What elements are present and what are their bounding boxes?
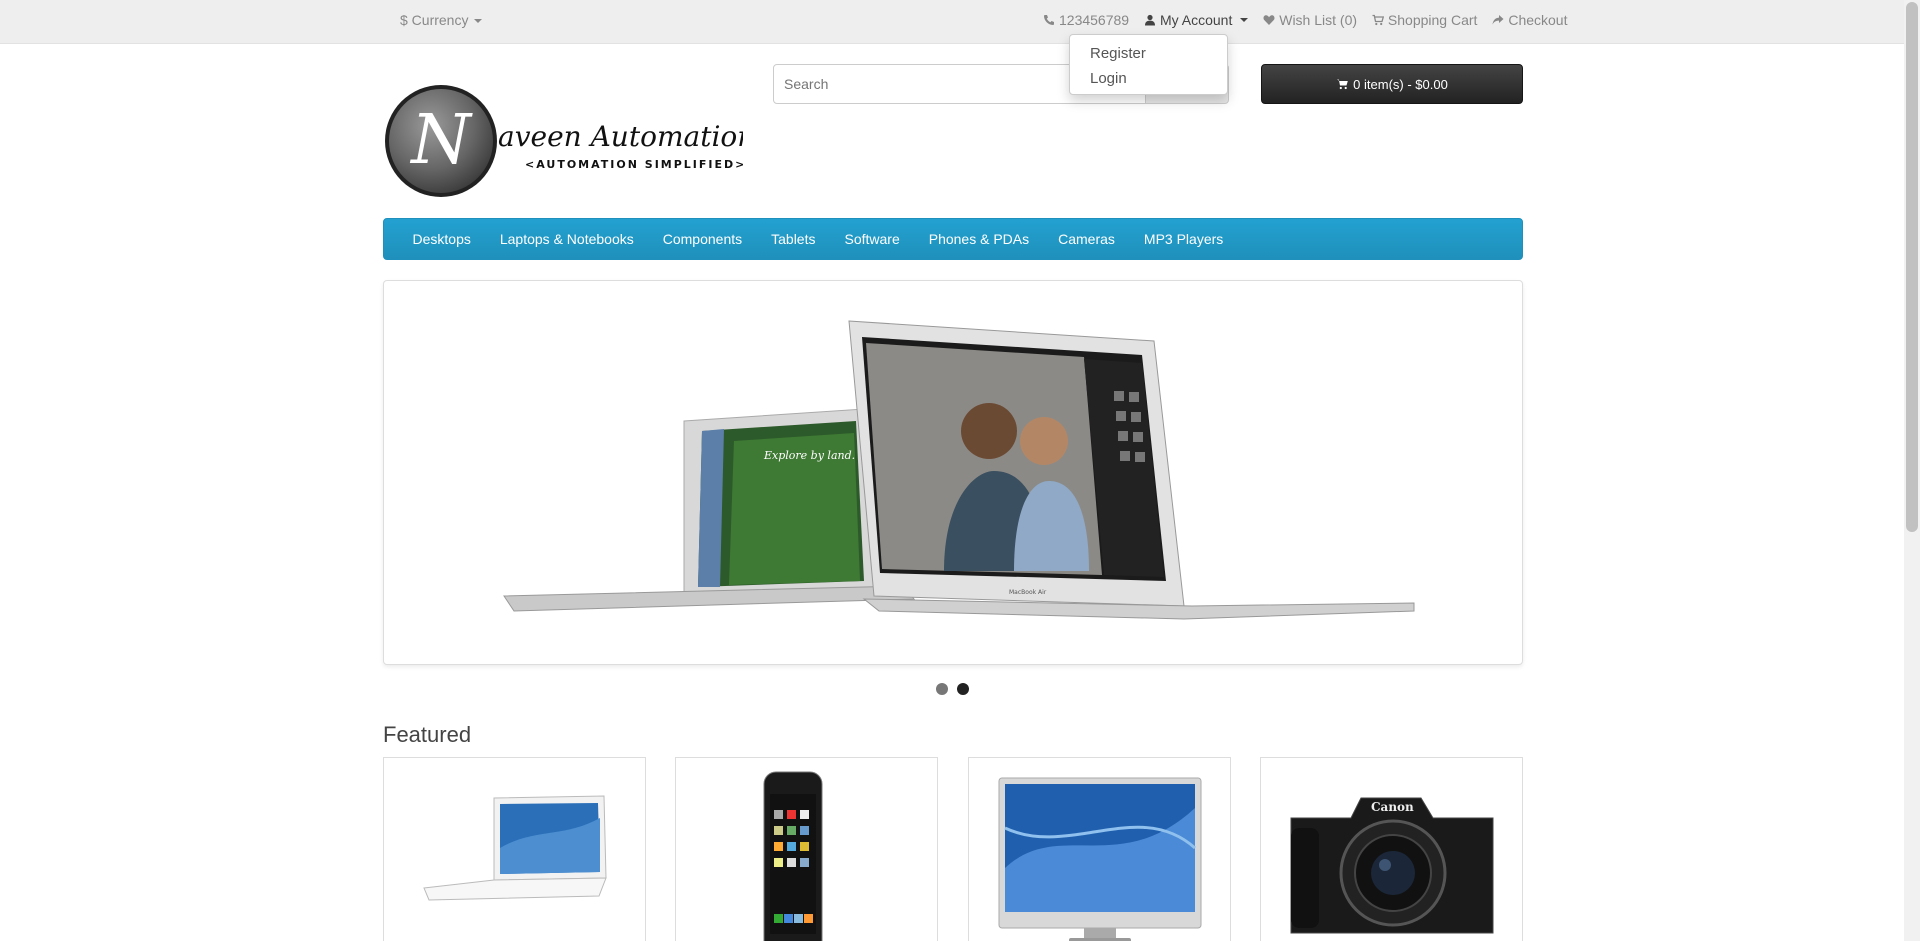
canon-camera-image: Canon [1290,797,1494,934]
category-menu: Desktops Laptops & Notebooks Components … [383,218,1523,260]
menu-item-software[interactable]: Software [830,231,914,247]
top-bar [0,0,1904,44]
currency-dropdown[interactable]: $ Currency [400,12,483,28]
menu-item-phones[interactable]: Phones & PDAs [914,231,1043,247]
register-menu-item[interactable]: Register [1070,41,1227,66]
apple-cinema-display-image [998,777,1202,941]
product-card-macbook[interactable] [383,757,646,941]
featured-heading: Featured [383,722,472,747]
shopping-cart-link[interactable]: Shopping Cart [1372,12,1478,28]
currency-label: $ Currency [400,12,469,28]
cart-label: 0 item(s) - $0.00 [1353,76,1448,92]
checkout-label: Checkout [1508,12,1568,28]
iphone-image [763,771,823,941]
slideshow-banner[interactable]: Explore by land. MacBook Air [383,280,1523,665]
menu-item-mp3[interactable]: MP3 Players [1129,231,1237,247]
cart-icon [1337,79,1348,90]
camera-brand-text: Canon [1371,800,1414,814]
slide-dot-2[interactable] [957,683,969,695]
scrollbar-thumb[interactable] [1906,2,1918,532]
macbook-image [423,795,607,901]
wishlist-label: Wish List (0) [1279,12,1358,28]
phone-number: 123456789 [1059,12,1130,28]
top-links: 123456789 My Account Wish List (0) Shopp… [1043,12,1578,29]
login-menu-item[interactable]: Login [1070,66,1227,91]
menu-item-laptops[interactable]: Laptops & Notebooks [485,231,648,247]
slide-laptop-brand: MacBook Air [1009,589,1047,596]
shopping-cart-label: Shopping Cart [1387,12,1478,28]
macbook-air-banner-image: Explore by land. MacBook Air [503,320,1415,620]
logo-tagline: <AUTOMATION SIMPLIFIED> [525,158,743,171]
slide-screen-text: Explore by land. [763,449,855,462]
slide-dot-1[interactable] [936,683,948,695]
logo-name: aveen Automation Labs [498,120,743,153]
cart-icon [1372,14,1384,26]
phone-link[interactable]: 123456789 [1043,12,1129,28]
chevron-down-icon [474,19,483,24]
menu-item-desktops[interactable]: Desktops [398,231,485,247]
account-dropdown-menu: Register Login [1069,34,1228,95]
logo-image: N aveen Automation Labs <AUTOMATION SIMP… [385,85,832,197]
cart-button[interactable]: 0 item(s) - $0.00 [1261,64,1523,104]
share-icon [1492,15,1504,25]
user-icon [1144,14,1155,26]
product-card-canon-camera[interactable]: Canon [1260,757,1523,941]
menu-item-cameras[interactable]: Cameras [1044,231,1130,247]
product-card-cinema-display[interactable] [968,757,1231,941]
heart-icon [1263,15,1275,25]
checkout-link[interactable]: Checkout [1492,12,1567,28]
menu-item-tablets[interactable]: Tablets [757,231,830,247]
wishlist-link[interactable]: Wish List (0) [1263,12,1357,28]
phone-icon [1044,15,1054,25]
chevron-down-icon [1240,18,1249,22]
slideshow-pagination [936,683,969,695]
store-logo[interactable]: N aveen Automation Labs <AUTOMATION SIMP… [383,83,832,201]
vertical-scrollbar[interactable] [1904,0,1920,941]
product-card-iphone[interactable] [675,757,938,941]
my-account-label: My Account [1159,12,1233,28]
logo-letter: N [409,101,473,180]
my-account-dropdown[interactable]: My Account [1144,12,1249,28]
menu-item-components[interactable]: Components [648,231,756,247]
